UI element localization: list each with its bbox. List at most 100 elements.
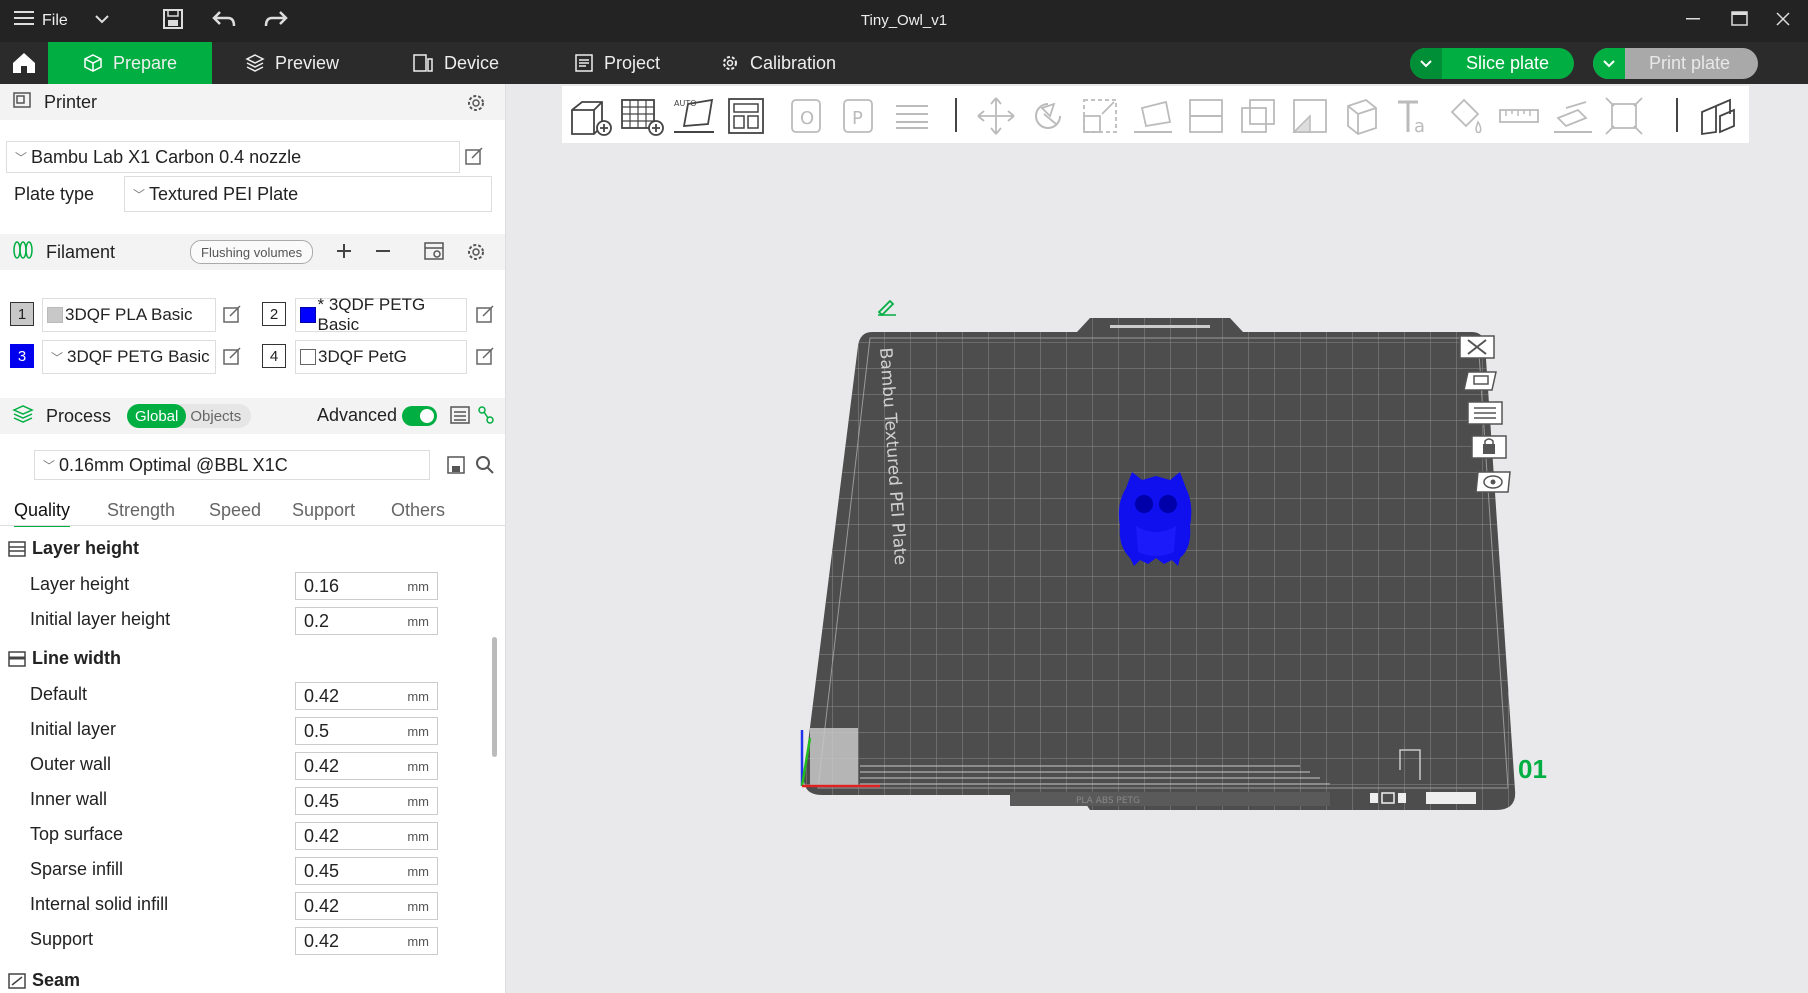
slice-plate-button[interactable]: Slice plate — [1410, 48, 1574, 79]
filament-3-name: 3DQF PETG Basic — [67, 347, 210, 366]
line-width-support-input[interactable]: 0.42 mm — [295, 927, 438, 955]
save-preset-icon[interactable] — [447, 456, 465, 479]
scale-icon[interactable] — [1080, 96, 1120, 141]
filament-1-name: 3DQF PLA Basic — [65, 305, 193, 324]
group-line-width: Line width — [8, 648, 121, 669]
line-width-initial-layer-input[interactable]: 0.5 mm — [295, 717, 438, 745]
split-icon[interactable] — [892, 96, 932, 141]
lay-on-face-icon[interactable] — [1132, 96, 1174, 141]
edit-filament-4-icon[interactable] — [475, 346, 495, 371]
remove-filament-icon[interactable] — [373, 240, 393, 267]
arrange-icon[interactable] — [726, 96, 766, 141]
line-width-default-input[interactable]: 0.42 mm — [295, 682, 438, 710]
filament-settings-icon[interactable] — [465, 241, 487, 268]
tab-device[interactable]: Device — [412, 42, 499, 84]
edit-filament-1-icon[interactable] — [222, 304, 242, 329]
filament-4-number[interactable]: 4 — [262, 344, 286, 368]
tab-quality[interactable]: Quality — [14, 500, 71, 527]
plate-bottom-icons — [1370, 790, 1490, 811]
tab-preview-label: Preview — [275, 52, 340, 73]
process-preset-select[interactable]: ﹀ 0.16mm Optimal @BBL X1C — [34, 450, 430, 480]
tab-strength[interactable]: Strength — [107, 500, 175, 521]
filament-1-number[interactable]: 1 — [10, 302, 34, 326]
row-label: Initial layer — [30, 719, 117, 739]
delete-plate-icon[interactable] — [1458, 334, 1496, 365]
rotate-icon[interactable] — [1028, 96, 1068, 141]
slice-dropdown[interactable] — [1410, 48, 1442, 79]
cut-icon[interactable] — [1186, 96, 1226, 141]
layer-height-icon — [8, 540, 26, 557]
filament-sync-icon[interactable] — [423, 241, 447, 268]
list-view-icon[interactable] — [450, 405, 470, 430]
print-plate-button[interactable]: Print plate — [1593, 48, 1758, 79]
edit-printer-icon[interactable] — [464, 146, 484, 171]
compare-icon[interactable] — [477, 405, 495, 430]
tab-preview[interactable]: Preview — [245, 42, 339, 84]
text-tool-icon[interactable]: a — [1394, 96, 1434, 141]
support-paint-icon[interactable] — [1290, 96, 1330, 141]
filament-2-select[interactable]: * 3QDF PETG Basic — [295, 295, 467, 334]
tab-prepare[interactable]: Prepare — [48, 42, 212, 84]
fit-view-icon[interactable] — [1604, 96, 1644, 141]
auto-orient-plate-icon[interactable] — [1462, 368, 1500, 399]
plate-type-label: Plate type — [14, 184, 95, 204]
boolean-icon[interactable] — [1238, 96, 1278, 141]
flushing-volumes-button[interactable]: Flushing volumes — [190, 240, 314, 264]
add-plate-icon[interactable] — [620, 96, 666, 141]
filament-2-number[interactable]: 2 — [262, 302, 286, 326]
line-width-top-surface-input[interactable]: 0.42 mm — [295, 822, 438, 850]
chevron-down-icon — [1603, 59, 1615, 67]
print-dropdown[interactable] — [1593, 48, 1625, 79]
color-paint-icon[interactable] — [1446, 96, 1488, 141]
minimize-icon[interactable] — [1686, 8, 1702, 33]
plate-type-select[interactable]: ﹀ Textured PEI Plate — [124, 176, 492, 212]
measure-icon[interactable] — [1498, 96, 1540, 141]
edit-filament-2-icon[interactable] — [475, 304, 495, 329]
add-filament-icon[interactable] — [334, 240, 354, 267]
filament-1-select[interactable]: 3DQF PLA Basic — [42, 298, 216, 332]
tab-support[interactable]: Support — [292, 500, 355, 521]
move-icon[interactable] — [974, 96, 1018, 141]
initial-layer-height-input[interactable]: 0.2 mm — [295, 607, 438, 635]
tab-project[interactable]: Project — [574, 42, 660, 84]
close-icon[interactable] — [1774, 8, 1792, 33]
slice-plate-label: Slice plate — [1466, 53, 1550, 73]
filament-3-number[interactable]: 3 — [10, 344, 34, 368]
plate-rename-icon[interactable] — [876, 298, 898, 321]
objects-option[interactable]: Objects — [186, 408, 245, 425]
global-option[interactable]: Global — [127, 404, 187, 428]
search-icon[interactable] — [475, 455, 495, 480]
line-width-internal-solid-infill-input[interactable]: 0.42 mm — [295, 892, 438, 920]
plate-corner-patch — [810, 728, 858, 786]
assemble-view-icon[interactable] — [1698, 96, 1740, 141]
printer-icon — [12, 90, 32, 115]
seam-paint-icon[interactable] — [1342, 96, 1382, 141]
home-button[interactable] — [0, 42, 48, 84]
edit-filament-3-icon[interactable] — [222, 346, 242, 371]
line-width-inner-wall-input[interactable]: 0.45 mm — [295, 787, 438, 815]
arrange-plate-icon[interactable] — [1466, 400, 1504, 431]
settings-scrollbar[interactable] — [492, 637, 497, 757]
owl-model[interactable] — [1118, 472, 1192, 566]
tab-speed[interactable]: Speed — [209, 500, 261, 521]
tab-others[interactable]: Others — [391, 500, 445, 521]
maximize-icon[interactable] — [1730, 8, 1750, 33]
line-width-sparse-infill-input[interactable]: 0.45 mm — [295, 857, 438, 885]
printer-settings-icon[interactable] — [465, 92, 487, 119]
advanced-toggle[interactable] — [402, 406, 437, 426]
tab-calibration[interactable]: Calibration — [720, 42, 836, 84]
filament-4-select[interactable]: 3DQF PetG — [295, 340, 467, 374]
layer-height-input[interactable]: 0.16 mm — [295, 572, 438, 600]
filament-3-select[interactable]: ﹀ 3DQF PETG Basic — [42, 340, 216, 374]
auto-orient-icon[interactable]: AUTO — [672, 96, 718, 141]
place-icon[interactable]: P — [840, 96, 880, 141]
orient-icon[interactable]: O — [788, 96, 828, 141]
plate-settings-icon[interactable] — [1474, 468, 1512, 501]
add-object-icon[interactable] — [568, 96, 614, 141]
group-seam-title: Seam — [32, 970, 81, 990]
settings-panel: Printer ﹀ Bambu Lab X1 Carbon 0.4 nozzle… — [0, 84, 506, 993]
lock-plate-icon[interactable] — [1470, 434, 1508, 465]
line-width-outer-wall-input[interactable]: 0.42 mm — [295, 752, 438, 780]
printer-select[interactable]: ﹀ Bambu Lab X1 Carbon 0.4 nozzle — [6, 141, 460, 173]
assembly-icon[interactable] — [1552, 96, 1594, 141]
